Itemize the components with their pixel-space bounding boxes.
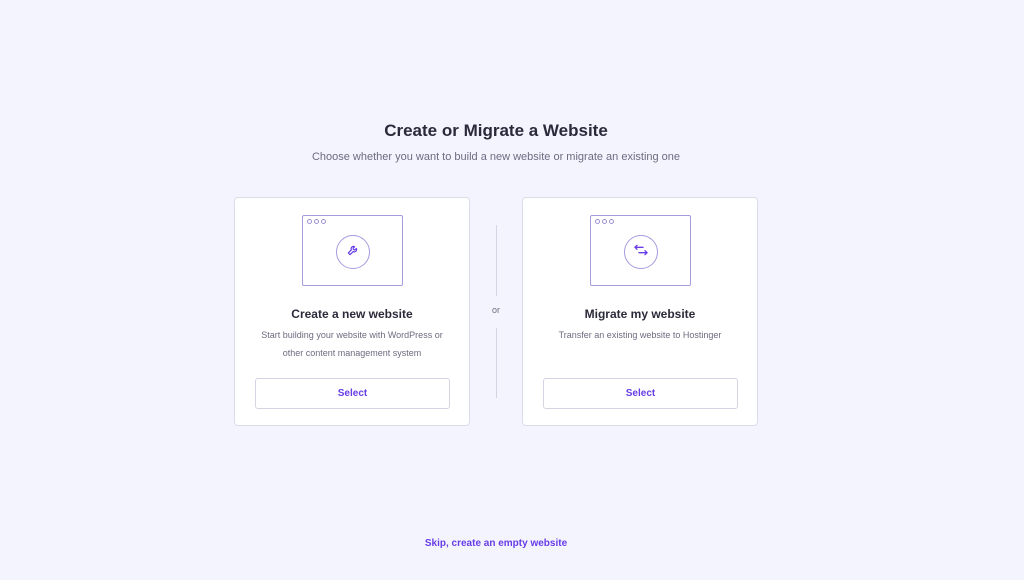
browser-window-illustration <box>302 215 403 286</box>
window-dot <box>307 219 312 224</box>
arrows-swap-icon <box>633 243 649 262</box>
wrench-icon <box>346 243 360 262</box>
window-dot <box>314 219 319 224</box>
create-website-card[interactable]: Create a new website Start building your… <box>234 197 470 426</box>
card-description: Transfer an existing website to Hostinge… <box>558 330 722 340</box>
divider-line <box>496 225 497 296</box>
window-dot <box>595 219 600 224</box>
card-title: Migrate my website <box>584 307 696 321</box>
or-label: or <box>491 305 500 315</box>
page-subtitle: Choose whether you want to build a new w… <box>311 151 681 163</box>
browser-window-illustration <box>590 215 691 286</box>
select-migrate-button[interactable]: Select <box>543 378 738 409</box>
card-description: Start building your website with WordPre… <box>261 330 443 358</box>
window-dot <box>609 219 614 224</box>
icon-circle <box>624 235 658 269</box>
migrate-website-card[interactable]: Migrate my website Transfer an existing … <box>522 197 758 426</box>
window-dots <box>307 219 326 224</box>
window-dots <box>595 219 614 224</box>
card-title: Create a new website <box>291 307 413 321</box>
divider-line <box>496 328 497 398</box>
onboarding-page: Create or Migrate a Website Choose wheth… <box>0 0 1024 580</box>
select-create-button[interactable]: Select <box>255 378 450 409</box>
skip-create-empty-link[interactable]: Skip, create an empty website <box>0 538 992 549</box>
page-title: Create or Migrate a Website <box>384 121 608 140</box>
window-dot <box>602 219 607 224</box>
icon-circle <box>336 235 370 269</box>
window-dot <box>321 219 326 224</box>
